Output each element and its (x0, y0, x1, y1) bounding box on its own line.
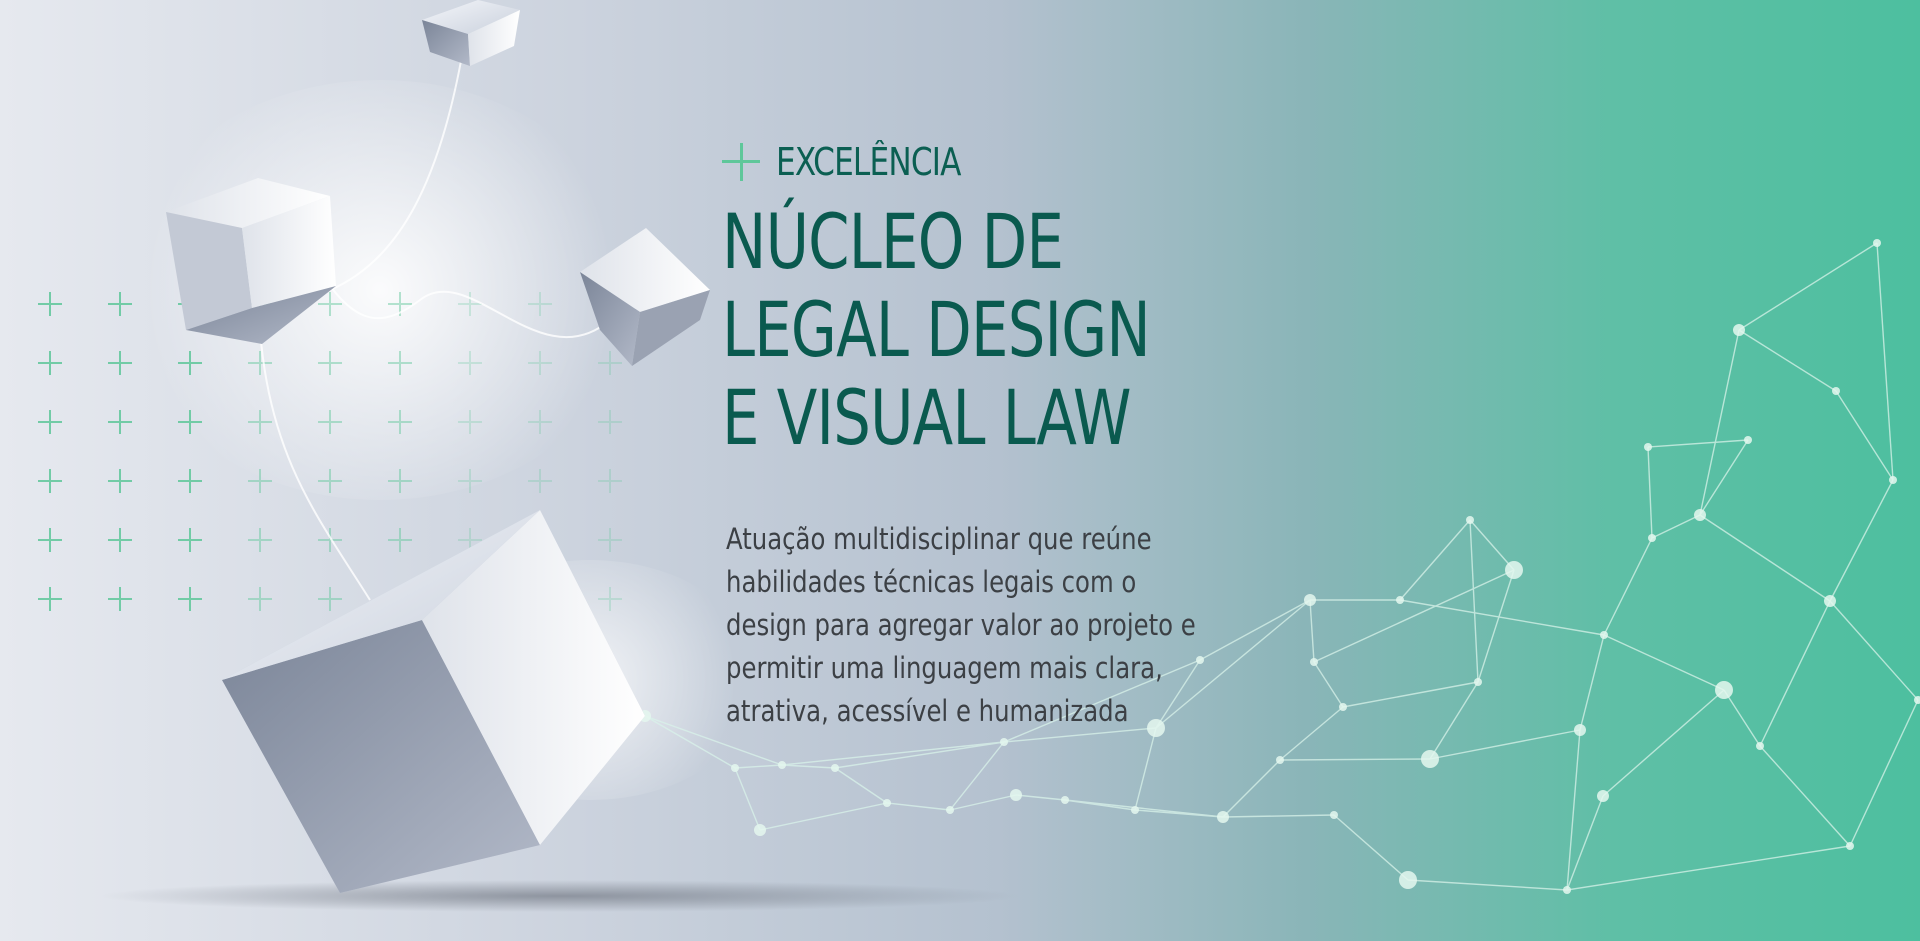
title-line: E VISUAL LAW (722, 373, 1132, 462)
string-line (259, 329, 371, 601)
string-line (329, 49, 464, 291)
description-line: Atuação multidisciplinar que reúne (726, 522, 1152, 556)
hero-text: EXCELÊNCIA NÚCLEO DE LEGAL DESIGN E VISU… (722, 140, 1282, 462)
eyebrow: EXCELÊNCIA (722, 140, 1282, 184)
floor-shadow (100, 880, 1020, 912)
hero-description: Atuação multidisciplinar que reúne habil… (726, 518, 1264, 733)
cube-left (166, 178, 336, 344)
cube-small-top (422, 0, 520, 66)
cube-right (580, 228, 710, 366)
description-line: design para agregar valor ao projeto e (726, 608, 1196, 642)
page-title: NÚCLEO DE LEGAL DESIGN E VISUAL LAW (722, 198, 1159, 462)
hero-banner: EXCELÊNCIA NÚCLEO DE LEGAL DESIGN E VISU… (0, 0, 1920, 941)
title-line: LEGAL DESIGN (722, 285, 1151, 374)
cube-large (222, 510, 645, 893)
title-line: NÚCLEO DE (722, 197, 1064, 286)
description-line: permitir uma linguagem mais clara, (726, 651, 1163, 685)
string-line (304, 244, 611, 339)
eyebrow-label: EXCELÊNCIA (776, 140, 961, 184)
plus-icon (722, 143, 760, 181)
description-line: atrativa, acessível e humanizada (726, 694, 1129, 728)
description-line: habilidades técnicas legais com o (726, 565, 1137, 599)
